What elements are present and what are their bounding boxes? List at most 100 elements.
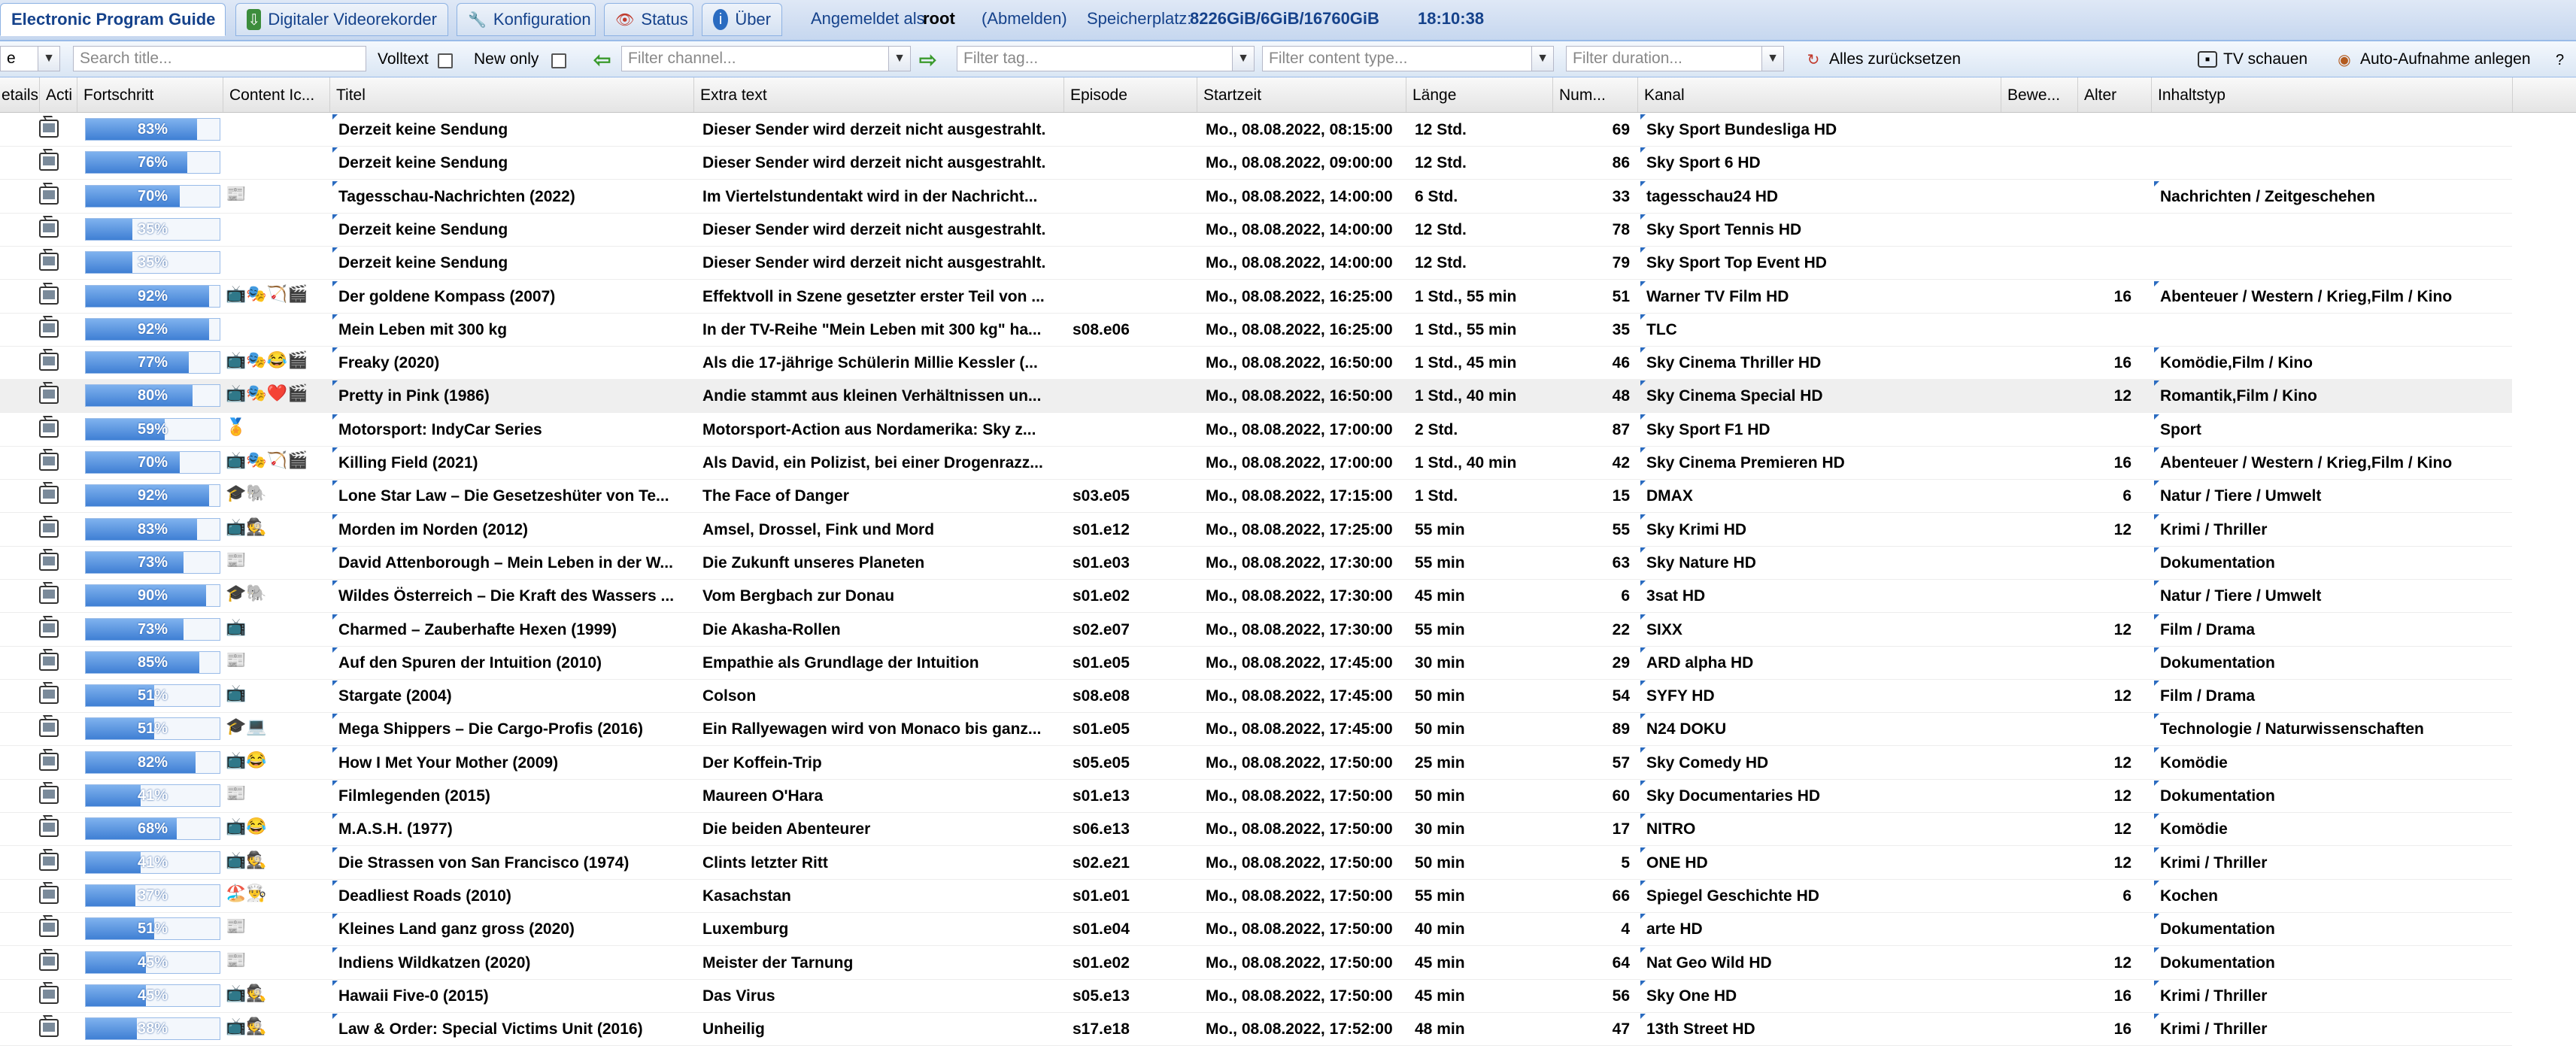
- title-cell[interactable]: Freaky (2020): [331, 346, 693, 379]
- chevron-down-icon[interactable]: ▼: [1761, 47, 1783, 71]
- chevron-down-icon[interactable]: ▼: [888, 47, 910, 71]
- tv-action-icon[interactable]: [39, 220, 59, 238]
- epg-row[interactable]: 51% 📰 Kleines Land ganz gross (2020) Lux…: [0, 912, 2512, 946]
- title-cell[interactable]: Wildes Österreich – Die Kraft des Wasser…: [331, 579, 693, 612]
- tv-action-icon[interactable]: [39, 653, 59, 671]
- epg-row[interactable]: 45% 📺🕵️ Hawaii Five-0 (2015) Das Virus s…: [0, 979, 2512, 1013]
- duration-filter[interactable]: Filter duration... ▼: [1566, 46, 1784, 71]
- tv-action-icon[interactable]: [39, 320, 59, 338]
- title-cell[interactable]: Die Strassen von San Francisco (1974): [331, 846, 693, 879]
- epg-row[interactable]: 41% 📺🕵️ Die Strassen von San Francisco (…: [0, 846, 2512, 880]
- col-number[interactable]: Num...: [1553, 77, 1638, 112]
- epg-row[interactable]: 83% Derzeit keine Sendung Dieser Sender …: [0, 113, 2512, 147]
- epg-row[interactable]: 77% 📺🎭😂🎬 Freaky (2020) Als die 17-jährig…: [0, 346, 2512, 380]
- epg-row[interactable]: 73% 📰 David Attenborough – Mein Leben in…: [0, 546, 2512, 580]
- title-cell[interactable]: Mega Shippers – Die Cargo-Profis (2016): [331, 712, 693, 745]
- tv-action-icon[interactable]: [39, 153, 59, 171]
- help-icon[interactable]: ?: [2556, 52, 2564, 69]
- epg-row[interactable]: 38% 📺🕵️ Law & Order: Special Victims Uni…: [0, 1012, 2512, 1046]
- content-type-filter[interactable]: Filter content type... ▼: [1262, 46, 1554, 71]
- title-cell[interactable]: Indiens Wildkatzen (2020): [331, 946, 693, 979]
- title-cell[interactable]: M.A.S.H. (1977): [331, 812, 693, 845]
- title-cell[interactable]: Law & Order: Special Victims Unit (2016): [331, 1012, 693, 1045]
- tv-action-icon[interactable]: [39, 986, 59, 1004]
- title-cell[interactable]: Derzeit keine Sendung: [331, 146, 693, 179]
- title-cell[interactable]: Derzeit keine Sendung: [331, 246, 693, 279]
- title-cell[interactable]: Derzeit keine Sendung: [331, 213, 693, 246]
- title-cell[interactable]: Auf den Spuren der Intuition (2010): [331, 646, 693, 679]
- logout-link[interactable]: (Abmelden): [982, 9, 1067, 29]
- epg-row[interactable]: 59% 🏅 Motorsport: IndyCar Series Motorsp…: [0, 413, 2512, 447]
- title-cell[interactable]: Mein Leben mit 300 kg: [331, 313, 693, 346]
- tv-action-icon[interactable]: [39, 753, 59, 771]
- epg-row[interactable]: 51% 📺 Stargate (2004) Colson s08.e08 Mo.…: [0, 679, 2512, 713]
- epg-row[interactable]: 37% 🏖️👨‍🍳 Deadliest Roads (2010) Kasachs…: [0, 879, 2512, 913]
- col-episode[interactable]: Episode: [1064, 77, 1197, 112]
- epg-row[interactable]: 92% 🎓🐘 Lone Star Law – Die Gesetzeshüter…: [0, 479, 2512, 513]
- epg-row[interactable]: 35% Derzeit keine Sendung Dieser Sender …: [0, 246, 2512, 280]
- tv-action-icon[interactable]: [39, 386, 59, 404]
- title-cell[interactable]: Motorsport: IndyCar Series: [331, 413, 693, 446]
- epg-row[interactable]: 51% 🎓💻 Mega Shippers – Die Cargo-Profis …: [0, 712, 2512, 746]
- tv-action-icon[interactable]: [39, 486, 59, 504]
- chevron-down-icon[interactable]: ▼: [1232, 47, 1254, 71]
- epg-row[interactable]: 92% Mein Leben mit 300 kg In der TV-Reih…: [0, 313, 2512, 347]
- title-cell[interactable]: Tagesschau-Nachrichten (2022): [331, 180, 693, 213]
- title-cell[interactable]: How I Met Your Mother (2009): [331, 746, 693, 779]
- arrow-right-icon[interactable]: ⇨: [919, 47, 936, 72]
- title-cell[interactable]: Killing Field (2021): [331, 446, 693, 479]
- tab-about[interactable]: i Über: [702, 3, 782, 36]
- tab-status[interactable]: 👁 Status: [604, 3, 693, 36]
- epg-row[interactable]: 80% 📺🎭❤️🎬 Pretty in Pink (1986) Andie st…: [0, 379, 2512, 413]
- tv-action-icon[interactable]: [39, 120, 59, 138]
- tab-epg[interactable]: Electronic Program Guide: [0, 3, 226, 36]
- col-content-icons[interactable]: Content Ic...: [223, 77, 330, 112]
- col-start-time[interactable]: Startzeit: [1197, 77, 1406, 112]
- tv-action-icon[interactable]: [39, 186, 59, 205]
- tv-action-icon[interactable]: [39, 786, 59, 804]
- tv-action-icon[interactable]: [39, 1019, 59, 1037]
- tv-action-icon[interactable]: [39, 353, 59, 371]
- col-progress[interactable]: Fortschritt: [77, 77, 223, 112]
- tv-action-icon[interactable]: [39, 453, 59, 471]
- watch-tv-button[interactable]: ▪ TV schauen: [2198, 48, 2307, 71]
- title-cell[interactable]: David Attenborough – Mein Leben in der W…: [331, 546, 693, 579]
- tv-action-icon[interactable]: [39, 919, 59, 937]
- title-cell[interactable]: Der goldene Kompass (2007): [331, 280, 693, 313]
- title-cell[interactable]: Stargate (2004): [331, 679, 693, 712]
- reset-all-button[interactable]: ↻ Alles zurücksetzen: [1804, 48, 1961, 71]
- epg-row[interactable]: 73% 📺 Charmed – Zauberhafte Hexen (1999)…: [0, 613, 2512, 647]
- col-channel[interactable]: Kanal: [1638, 77, 2001, 112]
- display-combo[interactable]: e ▼: [0, 46, 60, 71]
- tv-action-icon[interactable]: [39, 553, 59, 571]
- title-cell[interactable]: Charmed – Zauberhafte Hexen (1999): [331, 613, 693, 646]
- epg-row[interactable]: 85% 📰 Auf den Spuren der Intuition (2010…: [0, 646, 2512, 680]
- channel-filter[interactable]: Filter channel... ▼: [621, 46, 911, 71]
- epg-row[interactable]: 70% 📺🎭🏹🎬 Killing Field (2021) Als David,…: [0, 446, 2512, 480]
- col-actions[interactable]: Acti: [40, 77, 77, 112]
- arrow-left-icon[interactable]: ⇦: [593, 47, 611, 72]
- chevron-down-icon[interactable]: ▼: [38, 47, 59, 71]
- tv-action-icon[interactable]: [39, 853, 59, 871]
- tv-action-icon[interactable]: [39, 287, 59, 305]
- tv-action-icon[interactable]: [39, 520, 59, 538]
- epg-row[interactable]: 92% 📺🎭🏹🎬 Der goldene Kompass (2007) Effe…: [0, 280, 2512, 314]
- epg-row[interactable]: 76% Derzeit keine Sendung Dieser Sender …: [0, 146, 2512, 180]
- epg-row[interactable]: 35% Derzeit keine Sendung Dieser Sender …: [0, 213, 2512, 247]
- epg-row[interactable]: 45% 📰 Indiens Wildkatzen (2020) Meister …: [0, 946, 2512, 980]
- col-age[interactable]: Alter: [2078, 77, 2152, 112]
- col-details[interactable]: etails: [0, 77, 40, 112]
- epg-row[interactable]: 68% 📺😂 M.A.S.H. (1977) Die beiden Abente…: [0, 812, 2512, 846]
- new-only-checkbox[interactable]: [551, 53, 566, 68]
- tv-action-icon[interactable]: [39, 420, 59, 438]
- auto-record-button[interactable]: ◉ Auto-Aufnahme anlegen: [2335, 48, 2530, 71]
- title-cell[interactable]: Lone Star Law – Die Gesetzeshüter von Te…: [331, 479, 693, 512]
- epg-row[interactable]: 70% 📰 Tagesschau-Nachrichten (2022) Im V…: [0, 180, 2512, 214]
- title-cell[interactable]: Morden im Norden (2012): [331, 513, 693, 546]
- tv-action-icon[interactable]: [39, 253, 59, 271]
- title-cell[interactable]: Deadliest Roads (2010): [331, 879, 693, 912]
- title-search-input[interactable]: Search title...: [73, 46, 366, 71]
- col-content-type[interactable]: Inhaltstyp: [2152, 77, 2513, 112]
- col-extra-text[interactable]: Extra text: [694, 77, 1064, 112]
- epg-row[interactable]: 83% 📺🕵️ Morden im Norden (2012) Amsel, D…: [0, 513, 2512, 547]
